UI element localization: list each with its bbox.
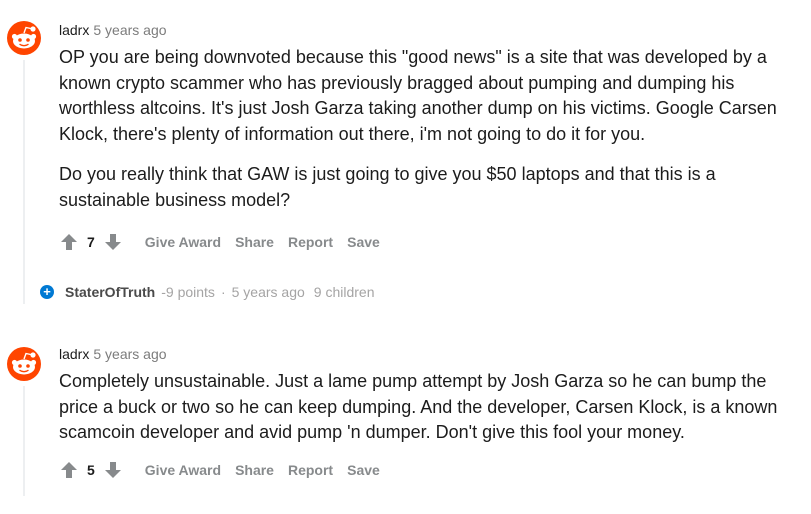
save-button[interactable]: Save bbox=[347, 462, 380, 478]
give-award-button[interactable]: Give Award bbox=[145, 462, 221, 478]
thread-line[interactable] bbox=[23, 60, 25, 304]
comment-actions: 5 Give Award Share Report Save bbox=[59, 458, 380, 482]
share-button[interactable]: Share bbox=[235, 234, 274, 250]
give-award-button[interactable]: Give Award bbox=[145, 234, 221, 250]
share-button[interactable]: Share bbox=[235, 462, 274, 478]
upvote-arrow-icon[interactable] bbox=[59, 460, 79, 480]
upvote-arrow-icon[interactable] bbox=[59, 232, 79, 252]
comment-paragraph: Do you really think that GAW is just goi… bbox=[59, 164, 716, 210]
reply-points: -9 points bbox=[161, 284, 215, 300]
comment-author[interactable]: ladrx bbox=[59, 346, 89, 362]
reply-author[interactable]: StaterOfTruth bbox=[65, 284, 155, 300]
thread-line[interactable] bbox=[23, 386, 25, 496]
comment-actions: 7 Give Award Share Report Save bbox=[59, 230, 380, 254]
downvote-arrow-icon[interactable] bbox=[103, 460, 123, 480]
reddit-snoo-avatar-icon[interactable] bbox=[6, 20, 42, 56]
report-button[interactable]: Report bbox=[288, 462, 333, 478]
comment-paragraph: Completely unsustainable. Just a lame pu… bbox=[59, 371, 778, 442]
reddit-snoo-avatar-icon[interactable] bbox=[6, 346, 42, 382]
downvote-arrow-icon[interactable] bbox=[103, 232, 123, 252]
comment-time[interactable]: 5 years ago bbox=[93, 22, 166, 38]
report-button[interactable]: Report bbox=[288, 234, 333, 250]
save-button[interactable]: Save bbox=[347, 234, 380, 250]
vote-score: 5 bbox=[87, 462, 95, 478]
reply-time[interactable]: 5 years ago bbox=[232, 284, 305, 300]
comment-body: Completely unsustainable. Just a lame pu… bbox=[59, 369, 799, 461]
comment-meta: ladrx 5 years ago bbox=[59, 22, 167, 38]
comment-author[interactable]: ladrx bbox=[59, 22, 89, 38]
collapsed-reply[interactable]: + StaterOfTruth -9 points · 5 years ago … bbox=[40, 283, 374, 301]
reply-children-count: 9 children bbox=[313, 284, 375, 300]
comment-body: OP you are being downvoted because this … bbox=[59, 45, 799, 228]
comment-meta: ladrx 5 years ago bbox=[59, 346, 167, 362]
expand-thread-button[interactable]: + bbox=[40, 285, 54, 299]
separator-dot: · bbox=[220, 284, 226, 300]
vote-score: 7 bbox=[87, 234, 95, 250]
comment-paragraph: OP you are being downvoted because this … bbox=[59, 47, 777, 144]
comment-time[interactable]: 5 years ago bbox=[93, 346, 166, 362]
